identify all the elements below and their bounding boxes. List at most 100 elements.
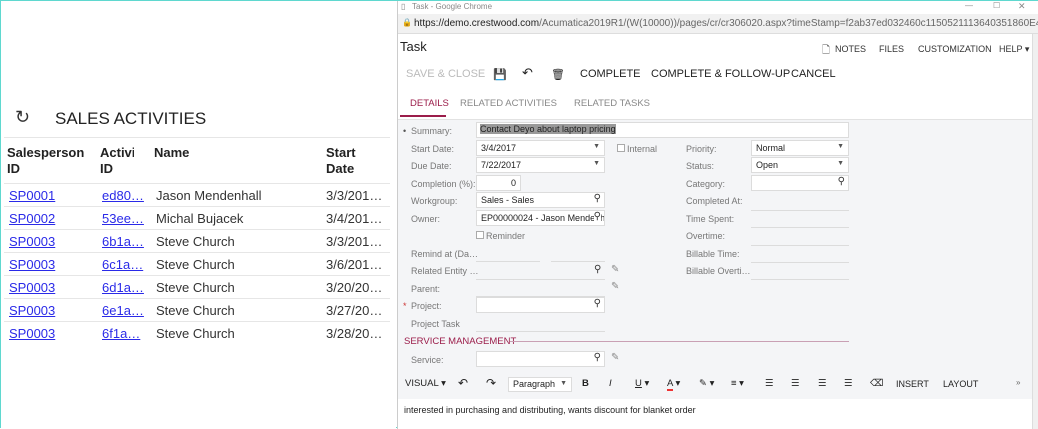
- activity-id-link[interactable]: 53ee…: [102, 211, 144, 226]
- service-input[interactable]: ⚲: [476, 351, 605, 367]
- complete-followup-button[interactable]: COMPLETE & FOLLOW-UP: [651, 68, 790, 80]
- minimize-button[interactable]: —: [965, 1, 973, 10]
- save-close-button[interactable]: SAVE & CLOSE: [406, 68, 485, 80]
- indent-icon[interactable]: ☰: [844, 378, 853, 389]
- priority-select[interactable]: Normal ▼: [751, 140, 849, 156]
- delete-icon[interactable]: 🗑: [551, 68, 565, 81]
- priority-label: Priority:: [686, 144, 717, 154]
- activity-id-link[interactable]: 6d1a…: [102, 280, 144, 295]
- edit-pencil-icon[interactable]: ✎: [611, 281, 619, 292]
- status-select[interactable]: Open ▼: [751, 157, 849, 173]
- salesperson-id-link[interactable]: SP0003: [9, 234, 55, 249]
- due-date-input[interactable]: 7/22/2017 ▼: [476, 157, 605, 173]
- refresh-icon[interactable]: ↻: [15, 107, 30, 128]
- notes-link[interactable]: NOTES: [835, 44, 866, 54]
- tab-details[interactable]: DETAILS: [410, 98, 449, 109]
- tab-related-tasks[interactable]: RELATED TASKS: [574, 98, 650, 109]
- underline-button[interactable]: U ▾: [635, 378, 649, 389]
- bullet-list-icon[interactable]: ☰: [791, 378, 800, 389]
- salesperson-id-link[interactable]: SP0002: [9, 211, 55, 226]
- start-date-cell: 3/27/20…: [326, 303, 383, 318]
- col-header-name[interactable]: Name: [154, 145, 189, 161]
- table-row[interactable]: SP0003 6c1a… Steve Church 3/6/201…: [4, 252, 390, 275]
- save-icon[interactable]: 💾: [493, 68, 507, 81]
- required-marker: *: [403, 301, 407, 311]
- highlight-icon[interactable]: ✎ ▾: [699, 378, 714, 389]
- tab-active-underline: [400, 115, 446, 117]
- start-date-input[interactable]: 3/4/2017 ▼: [476, 140, 605, 156]
- salesperson-id-link[interactable]: SP0003: [9, 280, 55, 295]
- edit-pencil-icon[interactable]: ✎: [611, 264, 619, 275]
- workgroup-input[interactable]: Sales - Sales ⚲: [476, 192, 605, 208]
- activity-id-link[interactable]: 6b1a…: [102, 234, 144, 249]
- files-link[interactable]: FILES: [879, 44, 904, 54]
- search-icon: ⚲: [593, 298, 601, 309]
- col-header-activity[interactable]: Activi ID: [100, 145, 134, 177]
- outdent-icon[interactable]: ☰: [818, 378, 827, 389]
- project-label: Project:: [411, 301, 442, 311]
- category-input[interactable]: ⚲: [751, 175, 849, 191]
- project-task-input[interactable]: [476, 331, 605, 332]
- service-management-header: SERVICE MANAGEMENT: [404, 336, 517, 347]
- activity-id-link[interactable]: ed80…: [102, 188, 144, 203]
- col-header-start-date[interactable]: Start Date: [326, 145, 366, 177]
- close-button[interactable]: ✕: [1018, 1, 1026, 12]
- col-header-salesperson[interactable]: Salesperson ID: [7, 145, 92, 177]
- table-row[interactable]: SP0002 53ee… Michal Bujacek 3/4/201…: [4, 206, 390, 229]
- activity-id-link[interactable]: 6e1a…: [102, 303, 144, 318]
- layout-menu[interactable]: LAYOUT: [943, 379, 978, 389]
- customization-link[interactable]: CUSTOMIZATION: [918, 44, 992, 54]
- reminder-label: Reminder: [486, 231, 526, 241]
- activity-id-link[interactable]: 6c1a…: [102, 257, 143, 272]
- address-bar[interactable]: 🔒 https://demo.crestwood.com/Acumatica20…: [398, 14, 1038, 34]
- table-row[interactable]: SP0003 6b1a… Steve Church 3/3/201…: [4, 229, 390, 252]
- font-color-button[interactable]: A ▾: [667, 378, 680, 391]
- numbered-list-icon[interactable]: ☰: [765, 378, 774, 389]
- bold-button[interactable]: B: [582, 378, 589, 389]
- summary-input[interactable]: Contact Deyo about laptop pricing: [476, 122, 849, 138]
- search-icon: ⚲: [593, 352, 601, 363]
- help-link[interactable]: HELP ▾: [999, 44, 1029, 55]
- related-entity-input[interactable]: [476, 279, 605, 280]
- salesperson-id-link[interactable]: SP0003: [9, 257, 55, 272]
- editor-body[interactable]: interested in purchasing and distributin…: [398, 399, 1032, 429]
- table-row[interactable]: SP0003 6e1a… Steve Church 3/27/20…: [4, 298, 390, 321]
- salesperson-id-link[interactable]: SP0003: [9, 326, 55, 341]
- align-icon[interactable]: ≡ ▾: [731, 378, 744, 389]
- completed-at-label: Completed At:: [686, 196, 743, 206]
- edit-pencil-icon[interactable]: ✎: [611, 352, 619, 363]
- more-icon[interactable]: »: [1016, 378, 1020, 387]
- salesperson-id-link[interactable]: SP0003: [9, 303, 55, 318]
- owner-input[interactable]: EP00000024 - Jason Mendenhall ⚲: [476, 210, 605, 226]
- clear-format-icon[interactable]: ⌫: [870, 378, 883, 389]
- table-row[interactable]: SP0001 ed80… Jason Mendenhall 3/3/201…: [4, 183, 390, 206]
- search-icon[interactable]: ⚲: [594, 264, 601, 275]
- complete-button[interactable]: COMPLETE: [580, 68, 641, 80]
- summary-value: Contact Deyo about laptop pricing: [480, 124, 616, 134]
- related-entity-label: Related Entity …: [411, 266, 479, 276]
- remind-date-input[interactable]: [476, 261, 540, 262]
- activity-id-link[interactable]: 6f1a…: [102, 326, 140, 341]
- italic-button[interactable]: I: [609, 378, 612, 389]
- editor-redo-icon[interactable]: ↷: [486, 376, 496, 390]
- visual-mode-dropdown[interactable]: VISUAL ▾: [405, 378, 446, 389]
- salesperson-id-link[interactable]: SP0001: [9, 188, 55, 203]
- scrollbar[interactable]: [1032, 34, 1038, 429]
- billable-overtime-label: Billable Overti…: [686, 266, 751, 276]
- paragraph-format-select[interactable]: Paragraph ▼: [508, 377, 572, 392]
- remind-time-input[interactable]: [551, 261, 605, 262]
- category-label: Category:: [686, 179, 726, 189]
- reminder-checkbox[interactable]: [476, 231, 484, 239]
- undo-icon[interactable]: ↶: [522, 65, 533, 81]
- completion-input[interactable]: 0: [476, 175, 521, 191]
- project-input[interactable]: ⚲: [476, 297, 605, 313]
- table-row[interactable]: SP0003 6f1a… Steve Church 3/28/20…: [4, 321, 390, 344]
- tab-related-activities[interactable]: RELATED ACTIVITIES: [460, 98, 557, 109]
- editor-undo-icon[interactable]: ↶: [458, 376, 468, 390]
- start-date-cell: 3/20/20…: [326, 280, 383, 295]
- insert-menu[interactable]: INSERT: [896, 379, 929, 389]
- internal-checkbox[interactable]: [617, 144, 625, 152]
- maximize-button[interactable]: ☐: [993, 1, 1000, 10]
- table-row[interactable]: SP0003 6d1a… Steve Church 3/20/20…: [4, 275, 390, 298]
- cancel-button[interactable]: CANCEL: [791, 68, 836, 80]
